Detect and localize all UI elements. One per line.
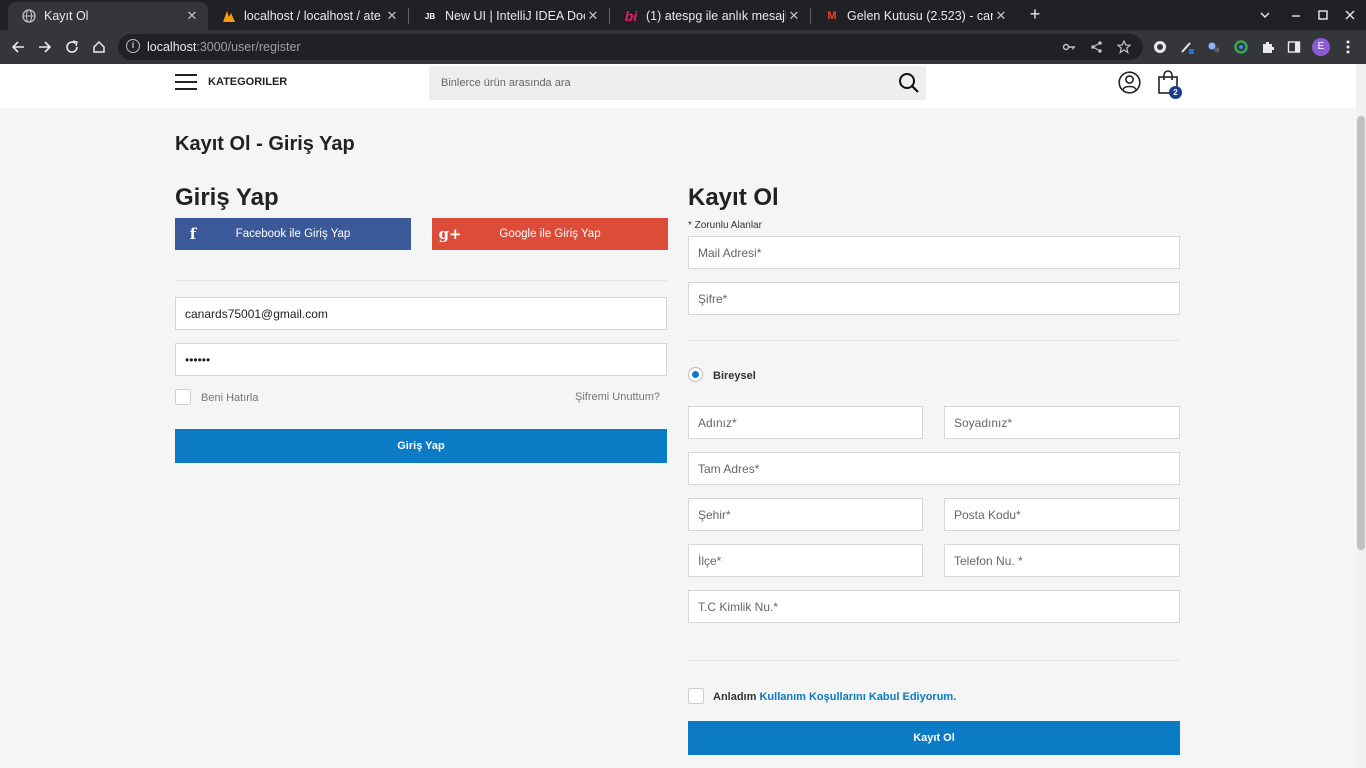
close-tab-icon[interactable]: ✕: [786, 8, 802, 24]
register-email-field[interactable]: [688, 236, 1180, 269]
chrome-menu-icon[interactable]: [1340, 39, 1356, 55]
maximize-icon[interactable]: [1309, 0, 1337, 30]
login-title: Giriş Yap: [175, 184, 279, 211]
terms-checkbox[interactable]: [688, 688, 704, 704]
profile-avatar[interactable]: E: [1312, 38, 1330, 56]
register-submit-button[interactable]: Kayıt Ol: [688, 721, 1180, 755]
tab-gmail[interactable]: M Gelen Kutusu (2.523) - can ✕: [811, 2, 1017, 30]
phpmyadmin-icon: [222, 9, 236, 23]
terms-prefix: Anladım: [713, 691, 757, 703]
browser-tab-bar: Kayıt Ol ✕ localhost / localhost / ate ✕…: [0, 0, 1366, 30]
side-panel-icon[interactable]: [1286, 39, 1302, 55]
search-icon[interactable]: [898, 72, 920, 94]
reload-icon[interactable]: [62, 37, 82, 57]
new-tab-button[interactable]: +: [1026, 4, 1044, 24]
home-icon[interactable]: [89, 37, 109, 57]
login-submit-button[interactable]: Giriş Yap: [175, 429, 667, 463]
first-name-field[interactable]: [688, 406, 923, 439]
close-tab-icon[interactable]: ✕: [184, 8, 200, 24]
login-email-field[interactable]: [175, 297, 667, 330]
back-icon[interactable]: [8, 37, 28, 57]
close-window-icon[interactable]: [1336, 0, 1364, 30]
tab-title: New UI | IntelliJ IDEA Doc: [445, 9, 585, 23]
globe-icon: [22, 9, 36, 23]
page-title: Kayıt Ol - Giriş Yap: [175, 133, 355, 155]
tab-phpmyadmin[interactable]: localhost / localhost / ate ✕: [208, 2, 408, 30]
login-divider: [175, 280, 667, 281]
tab-bionluk[interactable]: bi (1) atespg ile anlık mesajla ✕: [610, 2, 810, 30]
password-key-icon[interactable]: [1062, 40, 1076, 54]
address-bar[interactable]: i localhost:3000/user/register: [118, 34, 1143, 60]
tab-intellij[interactable]: JB New UI | IntelliJ IDEA Doc ✕: [409, 2, 609, 30]
city-field[interactable]: [688, 498, 923, 531]
site-info-icon[interactable]: i: [126, 39, 140, 53]
login-password-field[interactable]: [175, 343, 667, 376]
terms-link[interactable]: Kullanım Koşullarını Kabul Ediyorum.: [759, 691, 956, 703]
google-plus-icon: g+: [438, 225, 462, 243]
google-login-button[interactable]: g+ Google ile Giriş Yap: [432, 218, 668, 250]
facebook-login-button[interactable]: f Facebook ile Giriş Yap: [175, 218, 411, 250]
register-divider: [688, 340, 1180, 341]
google-login-label: Google ile Giriş Yap: [499, 228, 601, 240]
terms-divider: [688, 660, 1180, 661]
site-header: KATEGORILER 2: [0, 64, 1356, 108]
jetbrains-icon: JB: [424, 11, 436, 21]
close-tab-icon[interactable]: ✕: [384, 8, 400, 24]
user-account-icon[interactable]: [1118, 71, 1141, 94]
individual-label: Bireysel: [713, 370, 756, 382]
extensions-puzzle-icon[interactable]: [1260, 39, 1276, 55]
last-name-field[interactable]: [944, 406, 1180, 439]
bookmark-star-icon[interactable]: [1116, 39, 1132, 54]
cart-count-badge: 2: [1169, 86, 1182, 99]
register-password-field[interactable]: [688, 282, 1180, 315]
share-icon[interactable]: [1090, 40, 1104, 54]
remember-me-label: Beni Hatırla: [201, 392, 259, 404]
district-field[interactable]: [688, 544, 923, 577]
categories-link[interactable]: KATEGORILER: [208, 76, 287, 88]
address-field[interactable]: [688, 452, 1180, 485]
terms-text: Anladım Kullanım Koşullarını Kabul Ediyo…: [713, 691, 956, 703]
close-tab-icon[interactable]: ✕: [993, 8, 1009, 24]
extension-icon[interactable]: [1233, 39, 1249, 55]
forgot-password-link[interactable]: Şifremi Unuttum?: [575, 391, 660, 403]
postal-code-field[interactable]: [944, 498, 1180, 531]
minimize-icon[interactable]: [1282, 0, 1310, 30]
individual-radio[interactable]: [688, 367, 703, 382]
bionluk-icon: bi: [624, 8, 638, 24]
facebook-login-label: Facebook ile Giriş Yap: [235, 228, 351, 240]
facebook-icon: f: [189, 225, 197, 243]
scrollbar-thumb[interactable]: [1357, 116, 1365, 550]
tab-search-icon[interactable]: [1251, 0, 1279, 30]
page-content: KATEGORILER 2 Kayıt Ol - Giriş Yap Giriş…: [0, 64, 1356, 768]
remember-me-checkbox[interactable]: [175, 389, 191, 405]
gmail-icon: M: [827, 10, 837, 22]
browser-toolbar: i localhost:3000/user/register E: [0, 30, 1366, 64]
search-box: [429, 66, 926, 100]
tab-kayit-ol[interactable]: Kayıt Ol ✕: [8, 2, 208, 30]
tab-title: localhost / localhost / ate: [244, 9, 381, 23]
phone-field[interactable]: [944, 544, 1180, 577]
register-title: Kayıt Ol: [688, 184, 779, 211]
required-fields-note: * Zorunlu Alanlar: [688, 220, 762, 231]
extension-icon[interactable]: [1179, 39, 1195, 55]
forward-icon[interactable]: [35, 37, 55, 57]
tab-title: (1) atespg ile anlık mesajla: [646, 9, 786, 23]
search-input[interactable]: [429, 66, 889, 100]
url-text: localhost:3000/user/register: [147, 40, 301, 54]
close-tab-icon[interactable]: ✕: [585, 8, 601, 24]
extension-icon[interactable]: [1206, 39, 1222, 55]
tab-title: Kayıt Ol: [44, 9, 89, 23]
tab-title: Gelen Kutusu (2.523) - can: [847, 9, 993, 23]
tc-id-field[interactable]: [688, 590, 1180, 623]
menu-icon[interactable]: [175, 74, 197, 90]
extension-icon[interactable]: [1152, 39, 1168, 55]
